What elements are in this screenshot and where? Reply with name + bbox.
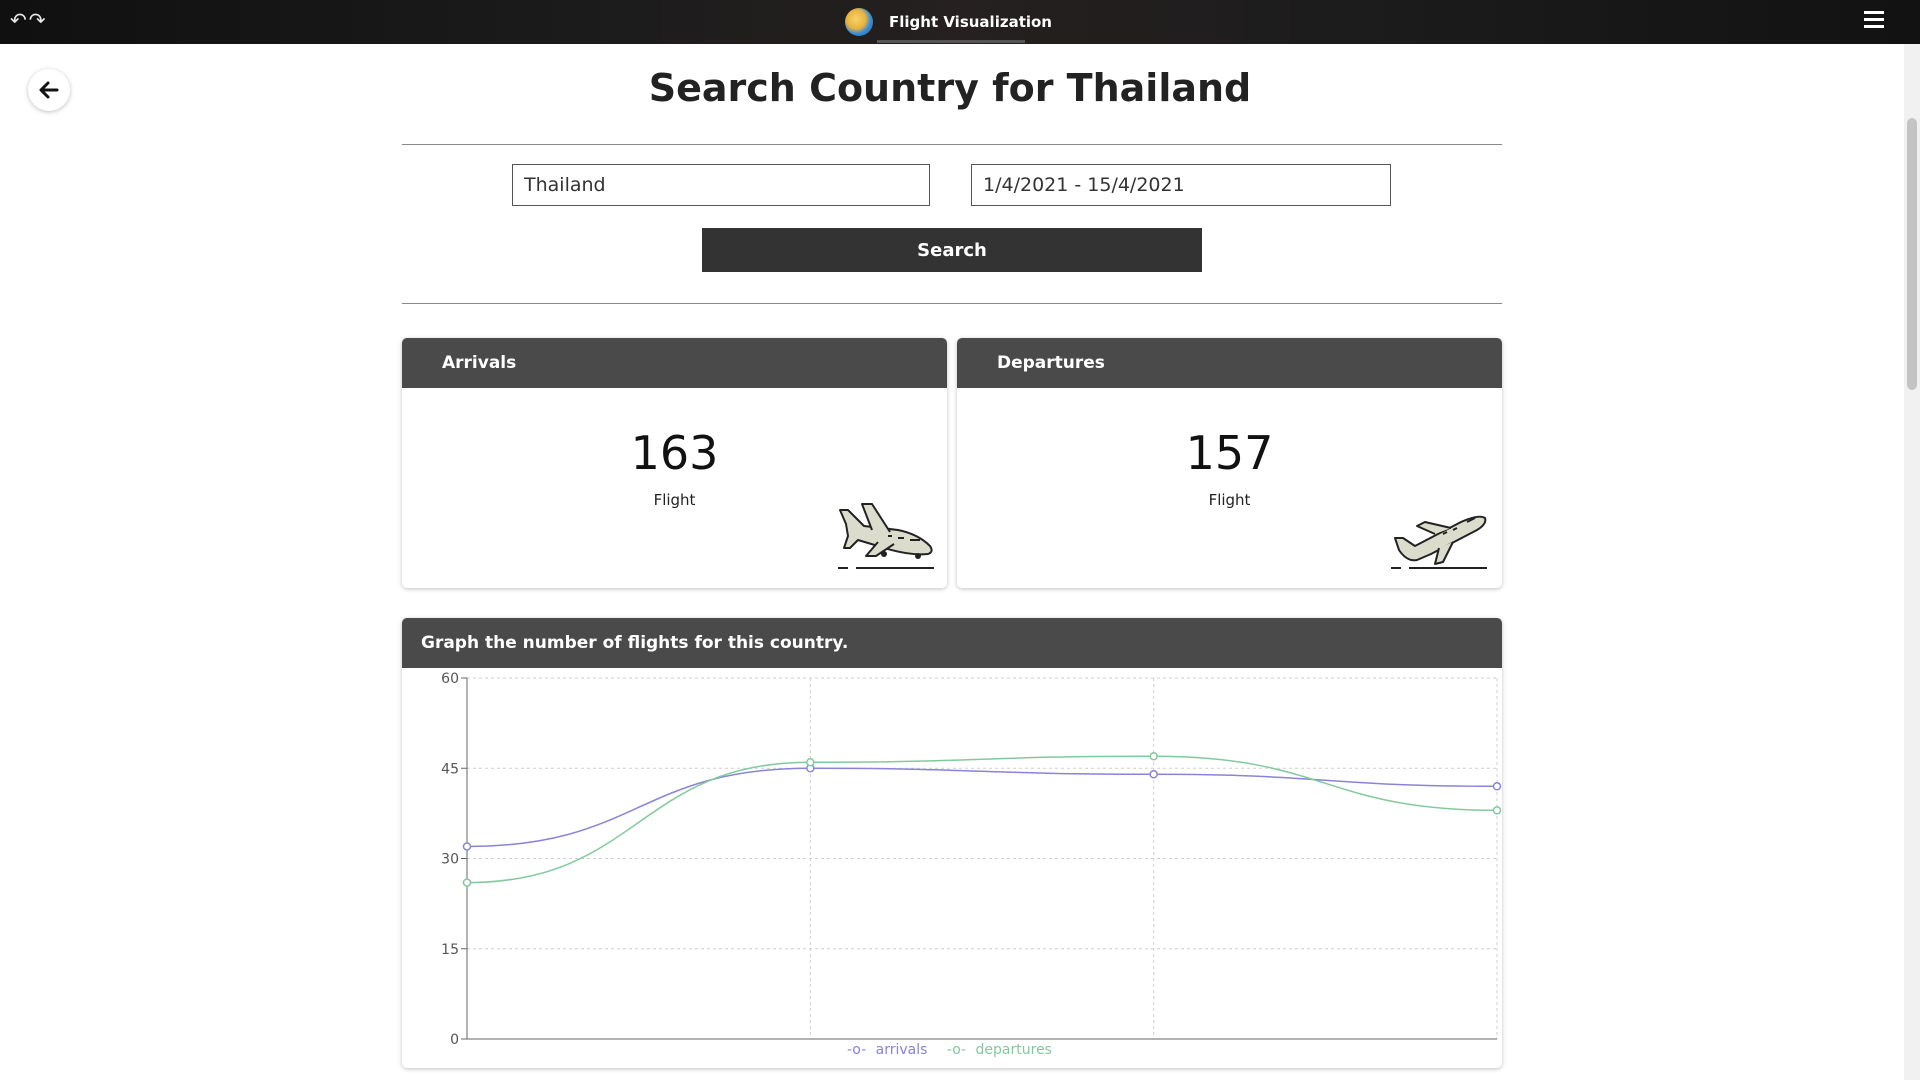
search-button[interactable]: Search xyxy=(702,228,1202,272)
graph-title: Graph the number of flights for this cou… xyxy=(402,618,1502,668)
departures-card: Departures 157 Flight xyxy=(957,338,1502,588)
data-point-arrivals[interactable] xyxy=(462,842,472,851)
data-point-arrivals[interactable] xyxy=(1492,782,1502,791)
series-line-departures xyxy=(466,755,1498,884)
chart-legend: -o- arrivals -o- departures xyxy=(402,1042,1502,1058)
top-bar: ↶ ↷ Flight Visualization xyxy=(0,0,1920,44)
data-point-arrivals[interactable] xyxy=(1149,770,1158,779)
plane-landing-icon xyxy=(838,503,934,569)
divider-bottom xyxy=(402,303,1502,304)
date-range-input[interactable] xyxy=(971,164,1391,206)
departures-card-title: Departures xyxy=(957,338,1502,388)
y-tick-label: 60 xyxy=(441,671,459,687)
hamburger-menu-icon[interactable] xyxy=(1864,11,1884,32)
app-title: Flight Visualization xyxy=(889,13,1052,31)
redo-arrow-icon[interactable]: ↷ xyxy=(29,10,46,30)
legend-departures[interactable]: -o- departures xyxy=(947,1042,1057,1058)
arrivals-card-title: Arrivals xyxy=(402,338,947,388)
y-tick-label: 45 xyxy=(441,761,459,777)
divider-top xyxy=(402,144,1502,145)
legend-arrivals[interactable]: -o- arrivals xyxy=(847,1042,932,1058)
plane-takeoff-icon xyxy=(1391,515,1487,569)
data-point-departures[interactable] xyxy=(1149,751,1158,761)
globe-logo-icon xyxy=(845,8,873,36)
page-title: Search Country for Thailand xyxy=(648,66,1252,110)
data-point-departures[interactable] xyxy=(806,757,815,767)
departures-count: 157 xyxy=(1185,426,1274,480)
arrow-left-icon xyxy=(39,81,59,99)
y-tick-label: 30 xyxy=(441,852,459,868)
arrivals-card: Arrivals 163 Flight xyxy=(402,338,947,588)
scrollbar-thumb[interactable] xyxy=(1907,118,1917,390)
arrivals-count: 163 xyxy=(630,426,719,480)
flights-line-chart: 015304560 xyxy=(441,671,1502,1048)
back-button[interactable] xyxy=(28,69,70,111)
active-nav-indicator xyxy=(877,40,1025,43)
history-nav: ↶ ↷ xyxy=(10,10,46,30)
undo-arrow-icon[interactable]: ↶ xyxy=(10,10,27,30)
flights-graph-card: Graph the number of flights for this cou… xyxy=(402,618,1502,1068)
app-brand[interactable]: Flight Visualization xyxy=(845,4,1052,40)
y-tick-label: 15 xyxy=(441,942,459,958)
data-point-departures[interactable] xyxy=(1492,806,1502,815)
data-point-departures[interactable] xyxy=(462,878,472,887)
country-input[interactable] xyxy=(512,164,930,206)
